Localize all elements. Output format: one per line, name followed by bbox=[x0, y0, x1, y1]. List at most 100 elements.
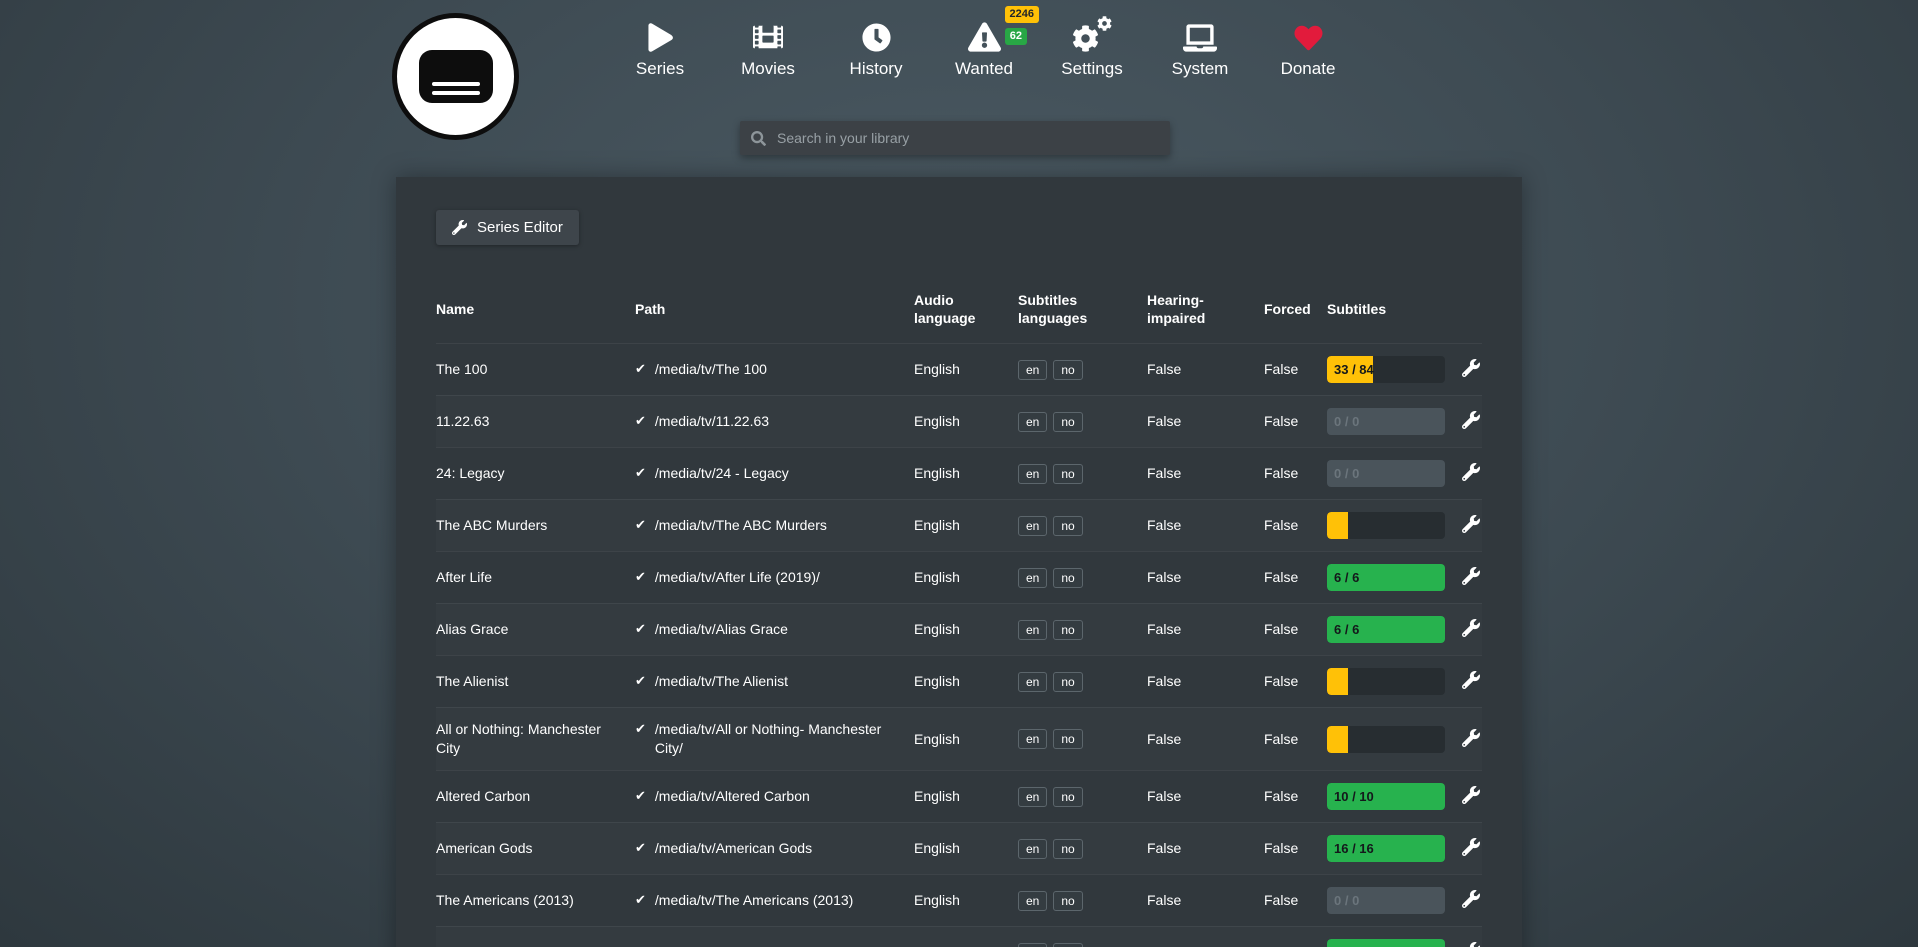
forced-value: False bbox=[1264, 730, 1327, 749]
forced-value: False bbox=[1264, 943, 1327, 947]
wrench-icon bbox=[1462, 619, 1480, 637]
series-name[interactable]: The ABC Murders bbox=[436, 516, 635, 535]
edit-series-button[interactable] bbox=[1460, 888, 1482, 910]
nav-item-history[interactable]: History bbox=[837, 16, 915, 79]
table-row: The ABC Murders ✔ /media/tv/The ABC Murd… bbox=[436, 499, 1482, 551]
series-path: ✔ /media/tv/The Alienist bbox=[635, 672, 914, 691]
nav-item-system[interactable]: System bbox=[1161, 16, 1239, 79]
series-name[interactable]: After Life bbox=[436, 568, 635, 587]
series-path-text: /media/tv/All or Nothing- Manchester Cit… bbox=[655, 720, 900, 758]
nav-label: System bbox=[1172, 59, 1229, 79]
edit-series-button[interactable] bbox=[1460, 784, 1482, 806]
edit-series-button[interactable] bbox=[1460, 727, 1482, 749]
subtitle-language-badge: en bbox=[1018, 360, 1047, 380]
series-name[interactable]: All or Nothing: Manchester City bbox=[436, 720, 635, 758]
hearing-impaired-value: False bbox=[1147, 730, 1264, 749]
series-editor-button[interactable]: Series Editor bbox=[436, 210, 579, 245]
table-row: Altered Carbon ✔ /media/tv/Altered Carbo… bbox=[436, 770, 1482, 822]
search-input[interactable] bbox=[775, 129, 1159, 147]
wrench-icon bbox=[1462, 567, 1480, 585]
subtitles-languages-value: enno bbox=[1018, 672, 1147, 692]
audio-language-value: English bbox=[914, 943, 1018, 947]
subtitle-language-badge: no bbox=[1053, 516, 1082, 536]
series-name[interactable]: 24: Legacy bbox=[436, 464, 635, 483]
hearing-impaired-value: False bbox=[1147, 360, 1264, 379]
audio-language-value: English bbox=[914, 620, 1018, 639]
series-panel: Series Editor Name Path Audio language S… bbox=[396, 177, 1522, 947]
audio-language-value: English bbox=[914, 730, 1018, 749]
edit-series-button[interactable] bbox=[1460, 836, 1482, 858]
top-header: Series Movies History 2246 62 bbox=[0, 0, 1918, 177]
wrench-icon bbox=[1462, 359, 1480, 377]
nav-item-donate[interactable]: Donate bbox=[1269, 16, 1347, 79]
series-path: ✔ /media/tv/The 100 bbox=[635, 360, 914, 379]
check-icon: ✔ bbox=[635, 787, 646, 806]
nav-label: Settings bbox=[1061, 59, 1122, 79]
edit-series-button[interactable] bbox=[1460, 669, 1482, 691]
series-path: ✔ /media/tv/The ABC Murders bbox=[635, 516, 914, 535]
series-name[interactable]: The Alienist bbox=[436, 672, 635, 691]
series-name[interactable]: The Americans (2013) bbox=[436, 891, 635, 910]
table-row: Alias Grace ✔ /media/tv/Alias Grace Engl… bbox=[436, 603, 1482, 655]
header-path: Path bbox=[635, 300, 914, 318]
hearing-impaired-value: False bbox=[1147, 464, 1264, 483]
audio-language-value: English bbox=[914, 464, 1018, 483]
wrench-icon bbox=[1462, 411, 1480, 429]
edit-series-button[interactable] bbox=[1460, 513, 1482, 535]
subtitles-progress-bar: 6 / 6 bbox=[1327, 616, 1445, 643]
subtitles-progress-bar: 33 / 84 bbox=[1327, 356, 1445, 383]
hearing-impaired-value: False bbox=[1147, 620, 1264, 639]
series-name[interactable]: Alias Grace bbox=[436, 620, 635, 639]
subtitle-language-badge: en bbox=[1018, 464, 1047, 484]
hearing-impaired-value: False bbox=[1147, 412, 1264, 431]
series-name[interactable]: 11.22.63 bbox=[436, 412, 635, 431]
edit-series-button[interactable] bbox=[1460, 940, 1482, 947]
edit-series-button[interactable] bbox=[1460, 409, 1482, 431]
app-logo[interactable] bbox=[392, 13, 519, 140]
edit-series-button[interactable] bbox=[1460, 565, 1482, 587]
subtitles-progress-bar bbox=[1327, 726, 1445, 753]
nav-item-series[interactable]: Series bbox=[621, 16, 699, 79]
wrench-icon bbox=[1462, 671, 1480, 689]
progress-label: 10 / 10 bbox=[1334, 939, 1374, 947]
subtitle-language-badge: en bbox=[1018, 412, 1047, 432]
subtitles-languages-value: enno bbox=[1018, 729, 1147, 749]
series-editor-label: Series Editor bbox=[477, 219, 563, 236]
subtitles-progress-bar: 10 / 10 bbox=[1327, 939, 1445, 947]
edit-series-button[interactable] bbox=[1460, 461, 1482, 483]
hearing-impaired-value: False bbox=[1147, 672, 1264, 691]
subtitle-language-badge: en bbox=[1018, 620, 1047, 640]
check-icon: ✔ bbox=[635, 620, 646, 639]
check-icon: ✔ bbox=[635, 943, 646, 947]
nav-item-settings[interactable]: Settings bbox=[1053, 16, 1131, 79]
subtitles-languages-value: enno bbox=[1018, 620, 1147, 640]
series-path: ✔ /media/tv/All or Nothing- Manchester C… bbox=[635, 720, 914, 758]
forced-value: False bbox=[1264, 620, 1327, 639]
check-icon: ✔ bbox=[635, 360, 646, 379]
subtitle-language-badge: en bbox=[1018, 891, 1047, 911]
nav-item-wanted[interactable]: 2246 62 Wanted bbox=[945, 16, 1023, 79]
series-path-text: /media/tv/Another Life (2019) bbox=[655, 943, 836, 947]
subtitles-progress-bar: 0 / 0 bbox=[1327, 460, 1445, 487]
series-name[interactable]: Altered Carbon bbox=[436, 787, 635, 806]
series-name[interactable]: American Gods bbox=[436, 839, 635, 858]
wrench-icon bbox=[1462, 838, 1480, 856]
subtitle-language-badge: en bbox=[1018, 672, 1047, 692]
wrench-icon bbox=[452, 220, 467, 235]
series-name[interactable]: Another Life (2019) bbox=[436, 943, 635, 947]
forced-value: False bbox=[1264, 412, 1327, 431]
series-name[interactable]: The 100 bbox=[436, 360, 635, 379]
nav-item-movies[interactable]: Movies bbox=[729, 16, 807, 79]
subtitle-language-badge: no bbox=[1053, 839, 1082, 859]
header-subtitles: Subtitles bbox=[1327, 300, 1445, 318]
edit-series-button[interactable] bbox=[1460, 357, 1482, 379]
wrench-icon bbox=[1462, 729, 1480, 747]
table-row: Another Life (2019) ✔ /media/tv/Another … bbox=[436, 926, 1482, 947]
forced-value: False bbox=[1264, 787, 1327, 806]
play-icon bbox=[648, 16, 673, 52]
series-path: ✔ /media/tv/American Gods bbox=[635, 839, 914, 858]
edit-series-button[interactable] bbox=[1460, 617, 1482, 639]
series-path-text: /media/tv/American Gods bbox=[655, 839, 812, 858]
subtitles-languages-value: enno bbox=[1018, 787, 1147, 807]
subtitle-language-badge: no bbox=[1053, 620, 1082, 640]
